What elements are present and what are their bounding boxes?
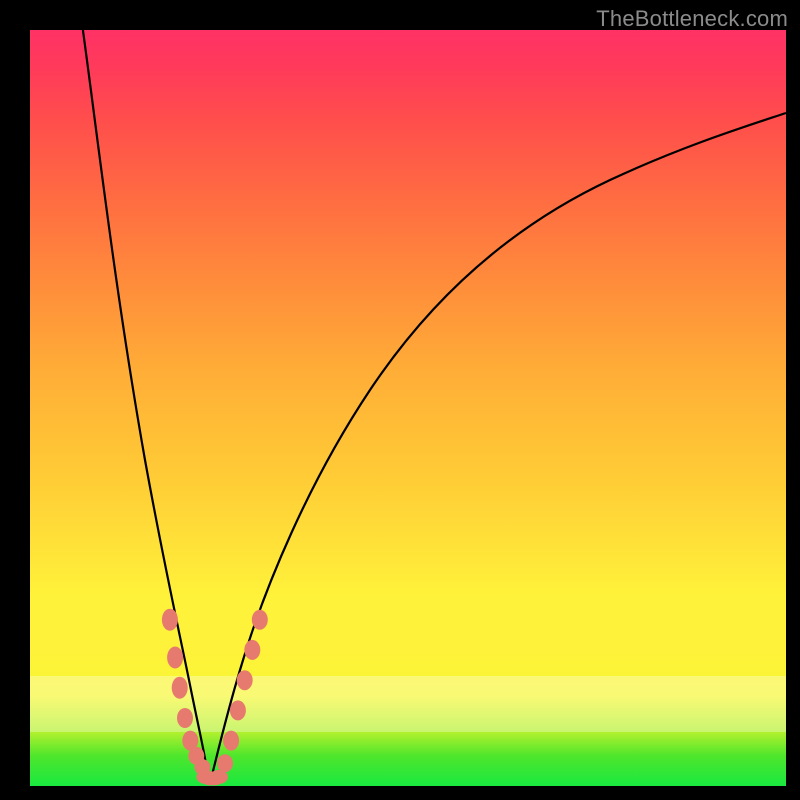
curve-left-branch xyxy=(83,30,209,779)
curve-layer xyxy=(30,30,786,786)
plot-area xyxy=(30,30,786,786)
curve-right-branch xyxy=(211,113,786,779)
markers-right-cluster xyxy=(217,610,268,773)
watermark-text: TheBottleneck.com xyxy=(596,6,788,32)
chart-frame: TheBottleneck.com xyxy=(0,0,800,800)
markers-valley-cluster xyxy=(196,770,228,786)
